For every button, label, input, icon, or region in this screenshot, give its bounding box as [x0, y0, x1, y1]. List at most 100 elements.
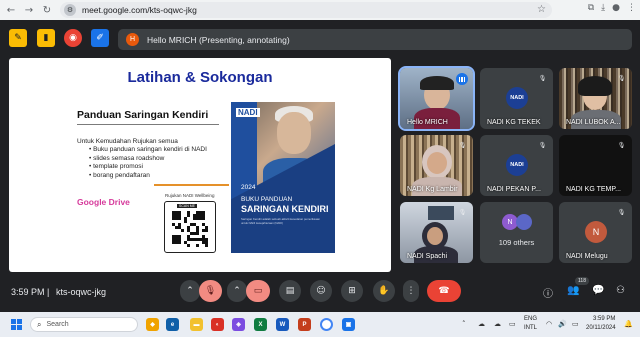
- participant-name: NADI Kg Lambir: [407, 186, 458, 193]
- participant-tile[interactable]: NADI 🎙 NADI PEKAN P...: [480, 135, 553, 196]
- security-icon[interactable]: ▣: [342, 318, 355, 331]
- taskbar-clock-time[interactable]: 3:59 PM: [593, 316, 615, 322]
- qr-caption: Rujukan NADI Wellbeing: [165, 193, 215, 198]
- stop-presenting-icon[interactable]: ◉: [64, 29, 82, 47]
- participant-tile[interactable]: Hello MRICH: [398, 66, 475, 131]
- file-explorer-icon[interactable]: ▬: [190, 318, 203, 331]
- book-title-line2: SARINGAN KENDIRI: [241, 204, 329, 214]
- store-icon[interactable]: ◈: [232, 318, 245, 331]
- mic-off-icon: 🎙: [458, 209, 467, 216]
- reload-icon[interactable]: ↻: [40, 3, 54, 17]
- accent-divider: [154, 184, 229, 186]
- qr-module: [184, 220, 187, 223]
- search-placeholder: Search: [46, 321, 69, 328]
- weather-icon[interactable]: ☁: [478, 320, 485, 328]
- browser-toolbar: ← → ↻ ⚙ meet.google.com/kts-oqwc-jkg ☆ ⧉…: [0, 0, 640, 20]
- download-icon[interactable]: ⤓: [601, 3, 605, 13]
- copilot-icon[interactable]: ◆: [146, 318, 159, 331]
- participant-name: NADI KG TEKEK: [487, 119, 541, 126]
- qr-module: [196, 244, 199, 247]
- camera-tray-icon[interactable]: ▭: [509, 320, 516, 328]
- extensions-icon[interactable]: ⧉: [588, 3, 594, 13]
- windows-taskbar: ⌕ Search ◆ e ▬ ◐ ◈ X W P ▣ ˄ ☁ ☁ ▭ ENG I…: [0, 312, 640, 337]
- emoji-reaction-button[interactable]: ☺: [310, 280, 332, 302]
- meet-top-bar: ✎ ▮ ◉ ✐ H Hello MRICH (Presenting, annot…: [0, 20, 640, 58]
- pointer-tool-icon[interactable]: ▮: [37, 29, 55, 47]
- windows-start-icon[interactable]: [11, 319, 22, 330]
- book-year: 2024: [241, 184, 256, 191]
- mic-off-icon: 🎙: [538, 142, 547, 149]
- book-title-line1: BUKU PANDUAN: [241, 196, 293, 203]
- chrome-icon[interactable]: [320, 318, 333, 331]
- participant-tile[interactable]: 🎙 NADI LUBOK A...: [559, 68, 632, 129]
- presenting-status: Hello MRICH (Presenting, annotating): [147, 34, 290, 45]
- qr-module: [187, 214, 190, 217]
- powerpoint-icon[interactable]: P: [298, 318, 311, 331]
- nadi-avatar: NADI: [506, 154, 528, 176]
- meeting-code: kts-oqwc-jkg: [56, 287, 107, 297]
- volume-icon[interactable]: 🔊: [558, 320, 567, 328]
- participant-tile[interactable]: 🎙 NADI KG TEMP...: [559, 135, 632, 196]
- keyboard-layout[interactable]: INTL: [524, 325, 537, 331]
- mic-off-icon: 🎙: [617, 75, 626, 82]
- participant-tile-others[interactable]: N 109 others: [480, 202, 553, 263]
- wall-screen: [428, 206, 454, 220]
- taskbar-search[interactable]: ⌕ Search: [30, 317, 138, 332]
- leave-call-button[interactable]: ☎: [427, 280, 461, 302]
- qr-module: [181, 229, 184, 232]
- notification-bell-icon[interactable]: 🔔: [624, 320, 633, 328]
- participant-name: NADI KG TEMP...: [566, 186, 621, 193]
- audio-options-chevron-icon[interactable]: ⌃: [180, 280, 200, 302]
- forward-arrow-icon[interactable]: →: [22, 3, 36, 17]
- more-options-icon[interactable]: ⋮: [403, 280, 419, 302]
- word-icon[interactable]: W: [276, 318, 289, 331]
- raise-hand-button[interactable]: ✋: [373, 280, 395, 302]
- menu-kebab-icon[interactable]: ⋮: [627, 3, 636, 13]
- video-options-chevron-icon[interactable]: ⌃: [227, 280, 247, 302]
- present-screen-button[interactable]: ⊞: [341, 280, 363, 302]
- profile-icon[interactable]: ●: [612, 3, 620, 13]
- participant-name: NADI Spachi: [407, 253, 448, 260]
- edit-annotation-icon[interactable]: ✐: [91, 29, 109, 47]
- participant-tile[interactable]: N 🎙 NADI Melugu: [559, 202, 632, 263]
- app-icon[interactable]: ◐: [211, 318, 224, 331]
- bullet-item: borang pendaftaran: [89, 172, 207, 181]
- address-bar[interactable]: ⚙ meet.google.com/kts-oqwc-jkg ☆: [60, 2, 552, 18]
- others-count: 109 others: [498, 238, 535, 247]
- battery-icon[interactable]: ▭: [572, 320, 579, 328]
- participant-count-badge: 118: [575, 277, 589, 285]
- person-face: [427, 152, 447, 174]
- camera-off-button[interactable]: ▭: [246, 280, 270, 302]
- annotate-tool-icon[interactable]: ✎: [9, 29, 27, 47]
- keyboard-language[interactable]: ENG: [524, 316, 537, 322]
- person-face: [427, 227, 443, 245]
- bookmark-star-icon[interactable]: ☆: [537, 4, 546, 15]
- activities-icon[interactable]: ⚇: [616, 285, 625, 296]
- qr-module: [205, 244, 208, 247]
- qr-module: [202, 217, 205, 220]
- people-icon[interactable]: 👥: [567, 285, 579, 296]
- participant-tile[interactable]: 🎙 NADI Kg Lambir: [400, 135, 473, 196]
- participant-tile[interactable]: 🎙 NADI Spachi: [400, 202, 473, 263]
- captions-button[interactable]: ▤: [279, 280, 301, 302]
- nadi-avatar: NADI: [506, 87, 528, 109]
- mic-off-button[interactable]: 🎙: [199, 280, 222, 302]
- slide-title: Latihan & Sokongan: [127, 69, 273, 86]
- onedrive-icon[interactable]: ☁: [494, 320, 501, 328]
- participant-tile[interactable]: NADI 🎙 NADI KG TEKEK: [480, 68, 553, 129]
- site-info-icon[interactable]: ⚙: [64, 4, 76, 16]
- back-arrow-icon[interactable]: ←: [4, 3, 18, 17]
- excel-icon[interactable]: X: [254, 318, 267, 331]
- edge-icon[interactable]: e: [166, 318, 179, 331]
- taskbar-clock-date[interactable]: 20/11/2024: [586, 325, 616, 331]
- presenting-banner: H Hello MRICH (Presenting, annotating): [118, 29, 632, 50]
- tray-chevron-icon[interactable]: ˄: [462, 320, 466, 328]
- browser-actions: ⧉ ⤓ ● ⋮: [588, 3, 636, 13]
- chat-icon[interactable]: 💬: [592, 285, 604, 296]
- subtitle-divider: [77, 124, 219, 125]
- url-text: meet.google.com/kts-oqwc-jkg: [82, 5, 197, 15]
- wifi-icon[interactable]: ◠: [546, 320, 552, 328]
- speaking-indicator-icon: [456, 73, 468, 85]
- meeting-info-icon[interactable]: ⓘ: [543, 285, 553, 300]
- bullet-item: template promosi: [89, 163, 207, 172]
